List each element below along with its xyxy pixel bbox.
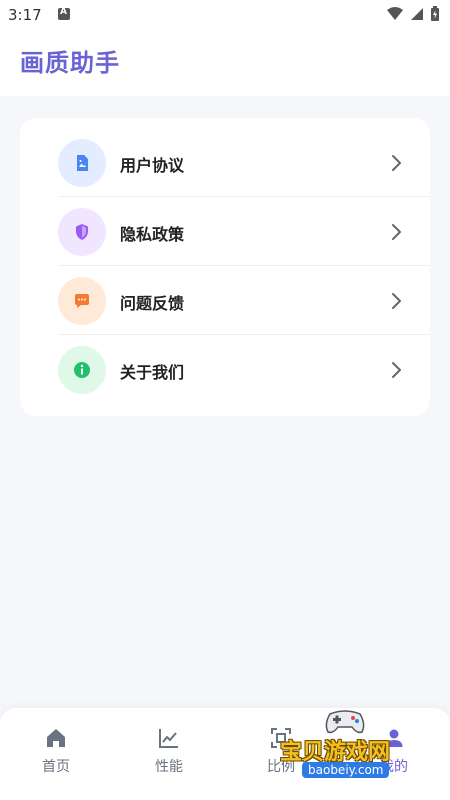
signal-icon [411, 8, 423, 20]
menu-item-label: 关于我们 [120, 363, 185, 382]
menu-item-user-agreement[interactable]: 用户协议 [20, 129, 430, 197]
chevron-right-icon [392, 155, 401, 171]
chart-icon [159, 729, 178, 748]
watermark-url: baobeiy.com [302, 762, 390, 778]
nav-home[interactable]: 首页 [26, 726, 86, 780]
menu-item-feedback[interactable]: 问题反馈 [20, 267, 430, 335]
menu-item-privacy-policy[interactable]: 隐私政策 [20, 198, 430, 266]
notification-icon [58, 7, 70, 20]
chat-icon [58, 277, 106, 325]
document-icon [58, 139, 106, 187]
wifi-icon [387, 7, 403, 20]
status-bar: 3:17 [0, 0, 450, 30]
nav-label: 性能 [155, 759, 183, 775]
status-time: 3:17 [8, 6, 42, 24]
divider [58, 196, 430, 197]
page-title: 画质助手 [20, 49, 120, 77]
menu-item-label: 用户协议 [120, 156, 185, 175]
chevron-right-icon [392, 362, 401, 378]
watermark: 宝贝游戏网 baobeiy.com [280, 704, 430, 784]
battery-icon [431, 6, 439, 21]
menu-item-label: 问题反馈 [120, 294, 185, 313]
gamepad-icon [325, 710, 365, 734]
menu-item-label: 隐私政策 [120, 225, 185, 244]
menu-card: 用户协议 隐私政策 问题反馈 关于我们 [20, 118, 430, 416]
chevron-right-icon [392, 293, 401, 309]
menu-item-about-us[interactable]: 关于我们 [20, 336, 430, 404]
app-header: 画质助手 [0, 30, 450, 96]
divider [58, 334, 430, 335]
chevron-right-icon [392, 224, 401, 240]
info-icon [58, 346, 106, 394]
nav-performance[interactable]: 性能 [139, 726, 199, 780]
system-icons [386, 6, 440, 22]
nav-label: 首页 [42, 759, 70, 775]
home-icon [47, 729, 65, 747]
divider [58, 265, 430, 266]
shield-icon [58, 208, 106, 256]
